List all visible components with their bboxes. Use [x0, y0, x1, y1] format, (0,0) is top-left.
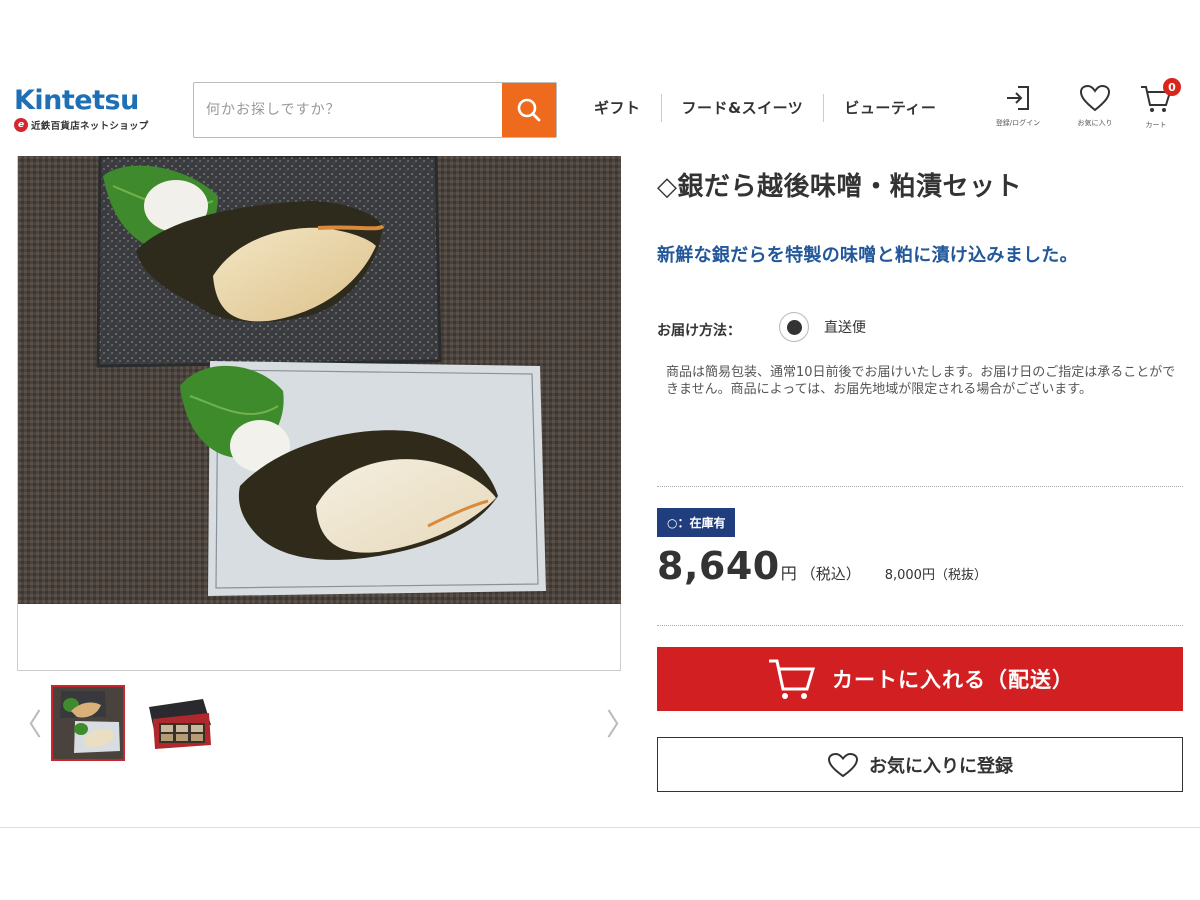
delivery-radio[interactable] [779, 312, 809, 342]
nav-gift[interactable]: ギフト [578, 94, 661, 122]
cart-label: カート [1145, 121, 1167, 129]
logo-subline: e 近鉄百貨店ネットショップ [14, 118, 174, 132]
radio-selected-dot [786, 319, 802, 335]
divider [657, 486, 1183, 487]
logo-subtext: 近鉄百貨店ネットショップ [31, 121, 149, 132]
logo-emblem-icon: e [14, 118, 28, 132]
add-to-favorites-label: お気に入りに登録 [869, 755, 1013, 777]
add-to-cart-button[interactable]: カートに入れる（配送） [657, 647, 1183, 711]
nav-food-sweets[interactable]: フード&スイーツ [660, 94, 824, 122]
add-to-cart-label: カートに入れる（配送） [832, 668, 1074, 692]
thumbnail-prev-arrow[interactable]: 〈 [12, 700, 42, 744]
search-button[interactable] [502, 83, 556, 137]
divider [657, 625, 1183, 626]
search-input[interactable] [194, 83, 502, 137]
category-nav: ギフト フード&スイーツ ビューティー [578, 92, 956, 124]
thumbnail-fish-dish[interactable] [51, 685, 125, 761]
login-icon [1007, 86, 1029, 110]
thumbnail-gift-box[interactable] [145, 685, 219, 761]
product-title: ◇銀だら越後味噌・粕漬セット [657, 172, 1022, 202]
thumbnail-next-arrow[interactable]: 〉 [606, 700, 636, 744]
delivery-notice: 商品は簡易包装、通常10日前後でお届けいたします。お届け日のご指定は承ることがで… [666, 365, 1176, 397]
price-tax-label: （税込） [800, 565, 861, 583]
stock-status-badge: ○：在庫有 [657, 508, 736, 537]
price-row: 8,640 円 （税込） 8,000円（税抜） [657, 544, 987, 594]
page-divider [0, 827, 1200, 828]
cart-link[interactable]: 0 カート [1124, 78, 1188, 130]
favorites-label: お気に入り [1077, 119, 1113, 127]
login-label: 登録/ログイン [995, 119, 1041, 127]
site-header: Kintetsu e 近鉄百貨店ネットショップ ギフト フード&スイーツ ビュー… [0, 0, 1200, 150]
delivery-option-label[interactable]: 直送便 [824, 317, 866, 337]
product-main-image[interactable] [18, 156, 621, 604]
favorites-link[interactable]: お気に入り [1063, 84, 1127, 128]
login-link[interactable]: 登録/ログイン [986, 84, 1050, 128]
nav-beauty[interactable]: ビューティー [823, 94, 956, 122]
price-ex-tax: 8,000円（税抜） [884, 568, 987, 583]
price-unit: 円 [780, 564, 797, 583]
thumbnail-strip: 〈 〉 [0, 684, 640, 764]
heart-icon [1079, 84, 1111, 112]
search-icon [517, 98, 541, 122]
add-to-favorites-button[interactable]: お気に入りに登録 [657, 737, 1183, 792]
logo-wordmark: Kintetsu [14, 85, 139, 116]
cart-count-badge: 0 [1163, 78, 1181, 96]
product-gallery [17, 156, 621, 671]
price-value: 8,640 [657, 544, 780, 588]
product-catch-copy: 新鮮な銀だらを特製の味噌と粕に漬け込みました。 [657, 245, 1078, 266]
search-bar [193, 82, 557, 138]
kintetsu-logo[interactable]: Kintetsu e 近鉄百貨店ネットショップ [14, 86, 174, 138]
cart-icon [769, 659, 816, 699]
heart-icon [827, 752, 859, 777]
delivery-method-label: お届け方法： [657, 323, 741, 339]
